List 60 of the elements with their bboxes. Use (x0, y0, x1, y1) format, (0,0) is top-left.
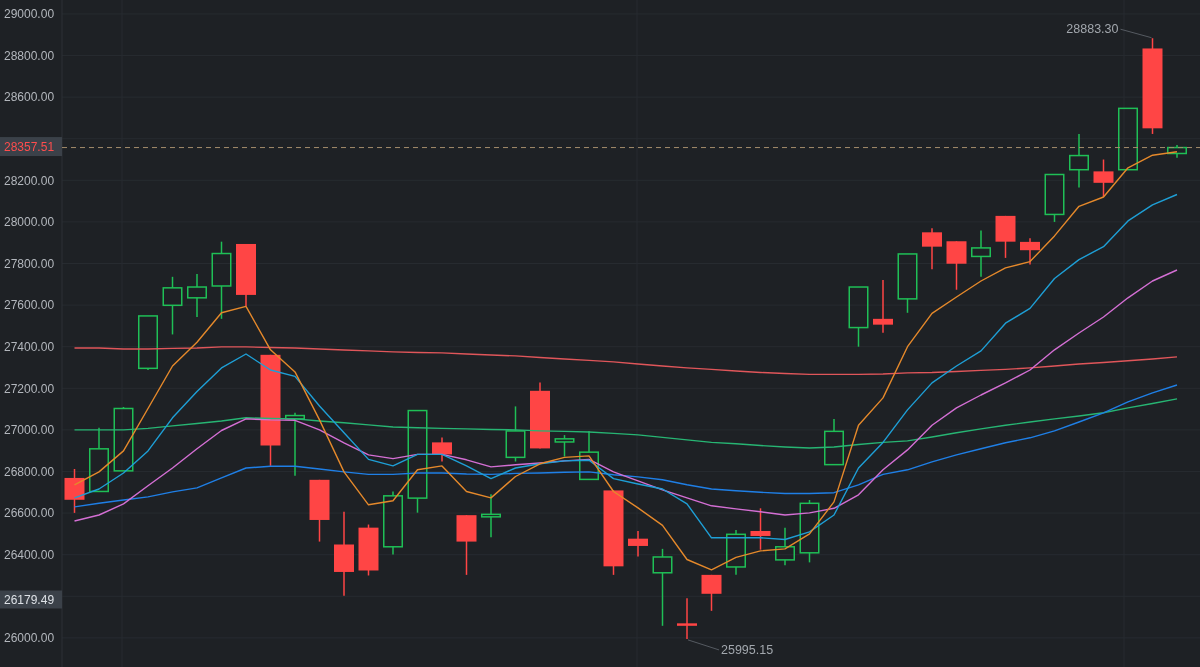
rising-candle (1167, 144, 1187, 159)
falling-candle (1093, 158, 1114, 198)
falling-candle (309, 479, 330, 543)
falling-candle (1020, 237, 1040, 266)
rising-candle (383, 490, 403, 556)
rising-candle (775, 527, 795, 567)
falling-candle (946, 240, 967, 291)
price-axis-label: 26800.00 (4, 464, 55, 479)
falling-candle (530, 381, 550, 450)
rising-candle (162, 276, 183, 336)
rising-candle (971, 229, 991, 278)
rising-candle (726, 529, 746, 576)
rising-candle (1118, 107, 1138, 171)
falling-candle (873, 279, 893, 334)
falling-candle (750, 507, 771, 551)
rising-candle (481, 493, 501, 538)
rising-candle (897, 253, 918, 314)
falling-candle (628, 530, 648, 558)
cursor-price-tag: 26179.49 (0, 590, 62, 609)
current-price-tag: 28357.51 (0, 137, 62, 157)
falling-candle (236, 243, 256, 307)
rising-candle (1069, 133, 1089, 189)
falling-candle (358, 523, 379, 577)
price-axis-label: 27600.00 (4, 298, 55, 313)
falling-candle (922, 227, 942, 271)
rising-candle (848, 286, 869, 348)
price-axis-label: 28600.00 (4, 90, 55, 105)
price-axis-label: 28800.00 (4, 48, 55, 63)
ref-line-label: 28357.51 (4, 140, 55, 155)
price-axis-label: 26600.00 (4, 506, 55, 521)
rising-candle (799, 499, 820, 564)
rising-candle (824, 418, 844, 466)
price-axis-label: 28000.00 (4, 215, 55, 230)
falling-candle (677, 597, 697, 640)
price-axis-label: 27800.00 (4, 256, 55, 271)
rising-candle (138, 315, 158, 371)
falling-candle (995, 215, 1016, 259)
rising-candle (113, 406, 134, 472)
leader-line (687, 639, 720, 651)
rising-candle (505, 405, 526, 463)
rising-candle (285, 412, 305, 477)
price-axis-label: 26000.00 (4, 631, 55, 646)
price-axis-label: 29000.00 (4, 7, 55, 22)
high-price-label: 28883.30 (1066, 21, 1119, 36)
price-axis-label: 26400.00 (4, 547, 55, 562)
falling-candle (64, 468, 85, 514)
price-axis-label: 28200.00 (4, 173, 55, 188)
falling-candle (432, 436, 452, 463)
falling-candle (456, 514, 477, 576)
rising-candle (554, 434, 575, 458)
falling-candle (701, 574, 722, 612)
low-price-label: 25995.15 (721, 642, 774, 657)
price-axis-label: 27000.00 (4, 423, 55, 438)
rising-candle (579, 430, 599, 481)
price-axis-label: 27200.00 (4, 381, 55, 396)
price-axis-label: 27400.00 (4, 339, 55, 354)
rising-candle (1044, 173, 1065, 223)
leader-line (1120, 28, 1152, 39)
rising-candle (89, 427, 109, 493)
rising-candle (187, 273, 207, 318)
